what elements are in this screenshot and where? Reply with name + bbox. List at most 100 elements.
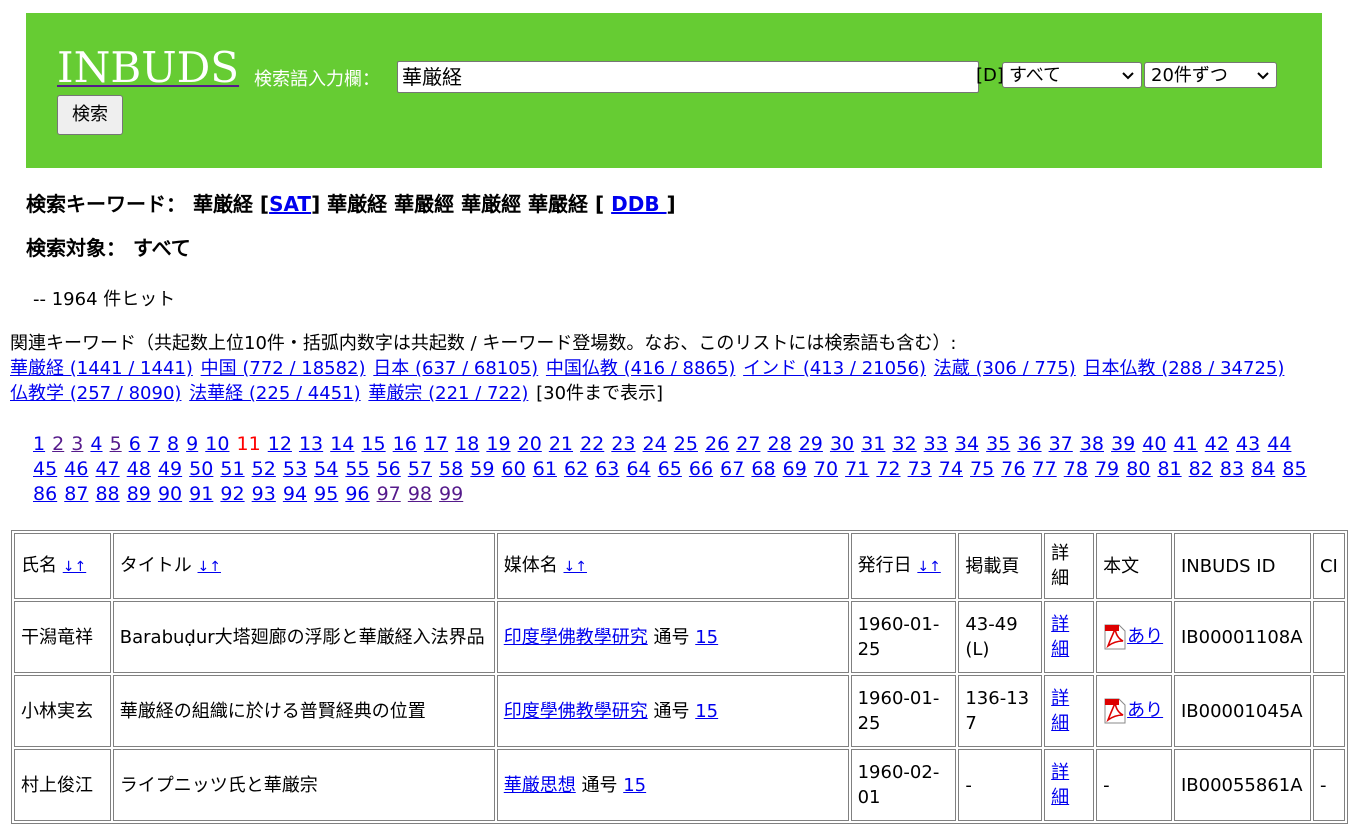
page-link[interactable]: 6 (129, 433, 141, 455)
page-link[interactable]: 58 (439, 458, 463, 480)
page-link[interactable]: 50 (189, 458, 213, 480)
page-link[interactable]: 9 (186, 433, 198, 455)
page-link[interactable]: 22 (580, 433, 604, 455)
page-link[interactable]: 30 (830, 433, 854, 455)
page-link[interactable]: 34 (955, 433, 979, 455)
page-link[interactable]: 31 (861, 433, 885, 455)
page-link[interactable]: 62 (564, 458, 588, 480)
page-link[interactable]: 83 (1220, 458, 1244, 480)
page-link[interactable]: 49 (158, 458, 182, 480)
page-link[interactable]: 84 (1251, 458, 1275, 480)
page-link[interactable]: 41 (1174, 433, 1198, 455)
count-select[interactable]: 20件ずつ (1144, 62, 1277, 88)
page-link[interactable]: 44 (1267, 433, 1291, 455)
page-link[interactable]: 55 (345, 458, 369, 480)
related-keyword-link[interactable]: インド (413 / 21056) (743, 358, 926, 379)
page-link[interactable]: 60 (502, 458, 526, 480)
page-link[interactable]: 25 (674, 433, 698, 455)
pdf-icon[interactable] (1103, 698, 1127, 724)
page-link[interactable]: 18 (455, 433, 479, 455)
search-input[interactable]: 華厳経 (397, 61, 979, 93)
detail-link[interactable]: 詳細 (1051, 688, 1069, 734)
related-keyword-link[interactable]: 華厳経 (1441 / 1441) (10, 358, 193, 379)
page-link[interactable]: 94 (283, 483, 307, 505)
pdf-icon[interactable] (1103, 624, 1127, 650)
sort-title-link[interactable]: ↓↑ (198, 559, 221, 575)
page-link[interactable]: 19 (486, 433, 510, 455)
page-link[interactable]: 39 (1111, 433, 1135, 455)
page-link[interactable]: 45 (33, 458, 57, 480)
page-link[interactable]: 81 (1157, 458, 1181, 480)
fulltext-link[interactable]: あり (1127, 700, 1163, 721)
page-link[interactable]: 79 (1095, 458, 1119, 480)
page-link[interactable]: 65 (658, 458, 682, 480)
page-link[interactable]: 15 (361, 433, 385, 455)
related-keyword-link[interactable]: 法蔵 (306 / 775) (934, 358, 1076, 379)
page-link[interactable]: 64 (626, 458, 650, 480)
ddb-link[interactable]: DDB (611, 192, 666, 216)
detail-link[interactable]: 詳細 (1051, 614, 1069, 660)
page-link[interactable]: 74 (939, 458, 963, 480)
page-link[interactable]: 78 (1064, 458, 1088, 480)
inbuds-logo-link[interactable]: INBUDS (57, 43, 239, 92)
media-link[interactable]: 印度學佛教學研究 (504, 701, 648, 722)
related-keyword-link[interactable]: 日本仏教 (288 / 34725) (1083, 358, 1284, 379)
page-link[interactable]: 29 (799, 433, 823, 455)
page-link[interactable]: 75 (970, 458, 994, 480)
issue-link[interactable]: 15 (695, 701, 718, 722)
page-link[interactable]: 86 (33, 483, 57, 505)
page-link[interactable]: 73 (908, 458, 932, 480)
page-link[interactable]: 40 (1142, 433, 1166, 455)
page-link[interactable]: 37 (1049, 433, 1073, 455)
page-link[interactable]: 56 (377, 458, 401, 480)
page-link[interactable]: 53 (283, 458, 307, 480)
page-link[interactable]: 54 (314, 458, 338, 480)
page-link[interactable]: 8 (167, 433, 179, 455)
page-link[interactable]: 82 (1189, 458, 1213, 480)
page-link[interactable]: 71 (845, 458, 869, 480)
page-link[interactable]: 77 (1033, 458, 1057, 480)
page-link[interactable]: 7 (148, 433, 160, 455)
sat-link[interactable]: SAT (269, 192, 311, 216)
page-link[interactable]: 90 (158, 483, 182, 505)
page-link[interactable]: 1 (33, 433, 45, 455)
related-keyword-link[interactable]: 華厳宗 (221 / 722) (368, 383, 528, 404)
page-link[interactable]: 85 (1282, 458, 1306, 480)
page-link[interactable]: 26 (705, 433, 729, 455)
page-link[interactable]: 47 (95, 458, 119, 480)
page-link[interactable]: 59 (470, 458, 494, 480)
page-link[interactable]: 32 (892, 433, 916, 455)
page-link[interactable]: 51 (220, 458, 244, 480)
page-link[interactable]: 98 (408, 483, 432, 505)
page-link[interactable]: 88 (95, 483, 119, 505)
page-link[interactable]: 17 (424, 433, 448, 455)
sort-date-link[interactable]: ↓↑ (917, 559, 940, 575)
page-link[interactable]: 5 (110, 433, 122, 455)
related-keyword-link[interactable]: 中国仏教 (416 / 8865) (546, 358, 735, 379)
sort-media-link[interactable]: ↓↑ (564, 559, 587, 575)
target-select[interactable]: すべて (1002, 62, 1142, 88)
page-link[interactable]: 2 (52, 433, 64, 455)
related-keyword-link[interactable]: 中国 (772 / 18582) (201, 358, 366, 379)
page-link[interactable]: 3 (71, 433, 83, 455)
page-link[interactable]: 42 (1205, 433, 1229, 455)
page-link[interactable]: 14 (330, 433, 354, 455)
media-link[interactable]: 印度學佛教學研究 (504, 627, 648, 648)
page-link[interactable]: 35 (986, 433, 1010, 455)
page-link[interactable]: 67 (720, 458, 744, 480)
page-link[interactable]: 61 (533, 458, 557, 480)
page-link[interactable]: 46 (64, 458, 88, 480)
page-link[interactable]: 91 (189, 483, 213, 505)
page-link[interactable]: 10 (205, 433, 229, 455)
page-link[interactable]: 27 (736, 433, 760, 455)
page-link[interactable]: 23 (611, 433, 635, 455)
issue-link[interactable]: 15 (623, 775, 646, 796)
page-link[interactable]: 66 (689, 458, 713, 480)
page-link[interactable]: 43 (1236, 433, 1260, 455)
page-link[interactable]: 99 (439, 483, 463, 505)
fulltext-link[interactable]: あり (1127, 626, 1163, 647)
page-link[interactable]: 28 (767, 433, 791, 455)
page-link[interactable]: 69 (783, 458, 807, 480)
page-link[interactable]: 87 (64, 483, 88, 505)
page-link[interactable]: 80 (1126, 458, 1150, 480)
